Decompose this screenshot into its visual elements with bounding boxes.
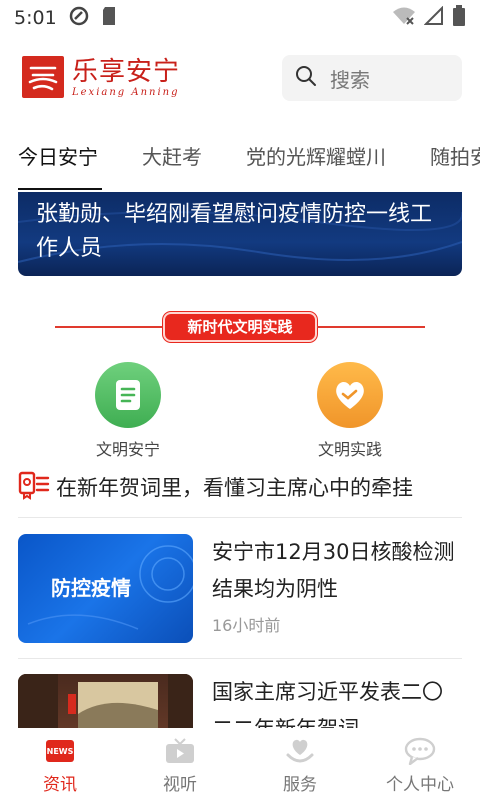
- news-thumbnail: 防控疫情: [18, 534, 193, 643]
- news-title: 安宁市12月30日核酸检测结果均为阴性: [212, 540, 455, 601]
- news-item[interactable]: 防控疫情 安宁市12月30日核酸检测结果均为阴性 16小时前: [18, 534, 462, 643]
- news-icon: NEWS: [0, 736, 120, 766]
- wifi-icon: [392, 6, 416, 31]
- nav-service[interactable]: 服务: [240, 736, 360, 795]
- battery-icon: [452, 4, 466, 32]
- banner-title: 张勤勋、毕绍刚看望慰问疫情防控一线工作人员: [36, 202, 433, 261]
- tab-today-anning[interactable]: 今日安宁: [18, 130, 98, 190]
- nav-label: 服务: [283, 775, 317, 795]
- handshake-icon: [317, 362, 383, 428]
- section-line-left: [55, 326, 163, 328]
- quick-link-label: 文明实践: [317, 440, 382, 459]
- nav-label: 资讯: [43, 775, 77, 795]
- app-header: 乐享安宁 Lexiang Anning 搜索: [0, 48, 480, 112]
- divider: [18, 658, 462, 659]
- news-title: 国家主席习近平发表二〇二二年新年贺词: [212, 680, 443, 728]
- divider: [18, 517, 462, 518]
- status-bar: 5:01: [0, 0, 480, 36]
- headline-badge-icon: [18, 470, 50, 504]
- headline-text: 在新年贺词里，看懂习主席心中的牵挂: [56, 476, 413, 500]
- news-item[interactable]: 国家主席习近平发表二〇二二年新年贺词: [18, 674, 462, 728]
- nav-label: 个人中心: [386, 775, 454, 795]
- search-placeholder: 搜索: [330, 67, 370, 92]
- featured-headline[interactable]: 在新年贺词里，看懂习主席心中的牵挂: [18, 470, 458, 504]
- nav-video[interactable]: 视听: [120, 736, 240, 795]
- tv-icon: [120, 736, 240, 766]
- service-icon: [240, 736, 360, 766]
- chat-icon: [360, 736, 480, 766]
- tab-snapshot-anning[interactable]: 随拍安宁: [430, 130, 480, 190]
- logo-mark-icon: [22, 56, 64, 98]
- search-box[interactable]: 搜索: [282, 55, 462, 101]
- quick-link-civilized-anning[interactable]: 文明安宁: [73, 362, 183, 460]
- section-banner: 新时代文明实践: [55, 312, 425, 342]
- headline-banner[interactable]: 张勤勋、毕绍刚看望慰问疫情防控一线工作人员: [18, 192, 462, 276]
- nav-profile[interactable]: 个人中心: [360, 736, 480, 795]
- news-time: 16小时前: [212, 616, 281, 635]
- news-thumbnail: [18, 674, 193, 728]
- logo-title: 乐享安宁: [72, 56, 181, 87]
- quick-link-label: 文明安宁: [95, 440, 160, 459]
- category-tabs: 今日安宁 大赶考 党的光辉耀螳川 随拍安宁: [0, 130, 480, 190]
- section-line-right: [317, 326, 425, 328]
- quick-link-civilized-practice[interactable]: 文明实践: [295, 362, 405, 460]
- nav-label: 视听: [163, 775, 197, 795]
- bottom-navigation: NEWS 资讯 视听 服务 个人中心: [0, 728, 480, 800]
- search-icon: [294, 64, 318, 92]
- tab-dagankao[interactable]: 大赶考: [142, 130, 202, 190]
- status-time: 5:01: [14, 7, 57, 29]
- app-logo: 乐享安宁 Lexiang Anning: [22, 56, 180, 98]
- section-title: 新时代文明实践: [163, 312, 317, 342]
- logo-subtitle: Lexiang Anning: [72, 86, 180, 98]
- nav-news[interactable]: NEWS 资讯: [0, 736, 120, 795]
- signal-icon: [423, 5, 444, 31]
- sd-card-icon: [101, 6, 117, 31]
- active-tab-indicator: [18, 188, 102, 190]
- svg-text:NEWS: NEWS: [47, 747, 74, 756]
- data-saver-icon: [69, 6, 89, 31]
- document-icon: [95, 362, 161, 428]
- tab-party-glory[interactable]: 党的光辉耀螳川: [246, 130, 386, 190]
- thumbnail-caption: 防控疫情: [51, 576, 131, 600]
